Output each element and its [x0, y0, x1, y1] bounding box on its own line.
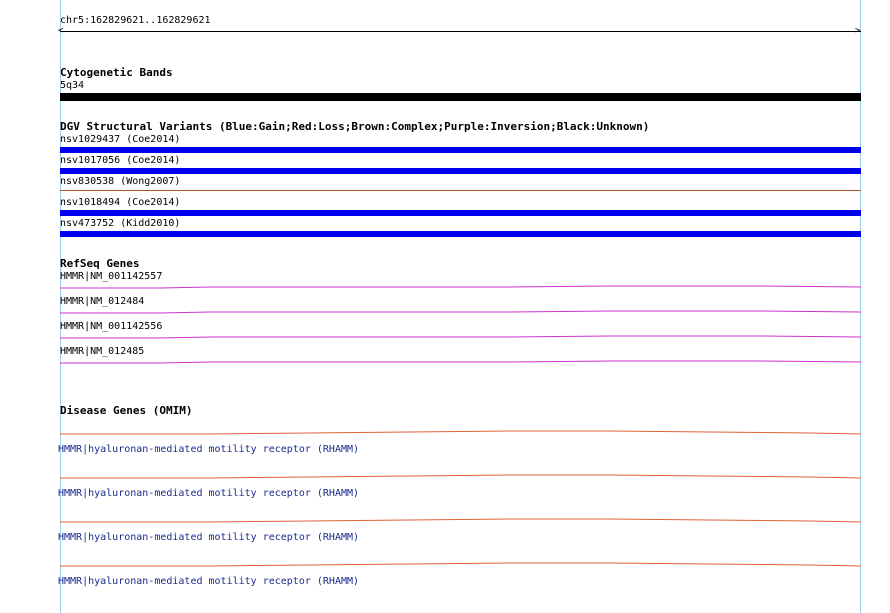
dgv-variant-bar[interactable] — [60, 168, 861, 174]
dgv-variant-label[interactable]: nsv830538 (Wong2007) — [60, 176, 180, 188]
dgv-variant-bar[interactable] — [60, 190, 861, 191]
arrow-left-icon: < — [58, 26, 64, 36]
locus-label: chr5:162829621..162829621 — [60, 15, 211, 26]
refseq-gene-label[interactable]: HMMR|NM_001142557 — [60, 271, 162, 283]
omim-gene-label[interactable]: HMMR|hyaluronan-mediated motility recept… — [58, 444, 359, 456]
refseq-gene-line[interactable] — [60, 285, 862, 289]
refseq-gene-label[interactable]: HMMR|NM_012484 — [60, 296, 144, 308]
dgv-variant-bar[interactable] — [60, 210, 861, 216]
refseq-gene-line[interactable] — [60, 310, 862, 314]
omim-gene-line[interactable] — [60, 562, 862, 568]
omim-gene-label[interactable]: HMMR|hyaluronan-mediated motility recept… — [58, 576, 359, 588]
dgv-variant-bar[interactable] — [60, 231, 861, 237]
omim-gene-line[interactable] — [60, 430, 862, 436]
cytoband-label[interactable]: 5q34 — [60, 80, 84, 92]
dgv-variant-label[interactable]: nsv1017056 (Coe2014) — [60, 155, 180, 167]
cytoband-bar[interactable] — [60, 93, 861, 101]
dgv-variant-label[interactable]: nsv1018494 (Coe2014) — [60, 197, 180, 209]
dgv-variant-label[interactable]: nsv473752 (Kidd2010) — [60, 218, 180, 230]
ruler-line — [60, 31, 861, 32]
arrow-right-icon: > — [855, 26, 861, 36]
omim-gene-label[interactable]: HMMR|hyaluronan-mediated motility recept… — [58, 532, 359, 544]
refseq-gene-line[interactable] — [60, 335, 862, 339]
omim-gene-label[interactable]: HMMR|hyaluronan-mediated motility recept… — [58, 488, 359, 500]
dgv-variant-bar[interactable] — [60, 147, 861, 153]
omim-gene-line[interactable] — [60, 474, 862, 480]
refseq-gene-line[interactable] — [60, 360, 862, 364]
refseq-gene-label[interactable]: HMMR|NM_012485 — [60, 346, 144, 358]
dgv-track-title: DGV Structural Variants (Blue:Gain;Red:L… — [60, 120, 650, 133]
dgv-variant-label[interactable]: nsv1029437 (Coe2014) — [60, 134, 180, 146]
refseq-gene-label[interactable]: HMMR|NM_001142556 — [60, 321, 162, 333]
refseq-track-title: RefSeq Genes — [60, 257, 140, 270]
omim-track-title: Disease Genes (OMIM) — [60, 404, 193, 417]
omim-gene-line[interactable] — [60, 518, 862, 524]
cytoband-track-title: Cytogenetic Bands — [60, 66, 173, 79]
